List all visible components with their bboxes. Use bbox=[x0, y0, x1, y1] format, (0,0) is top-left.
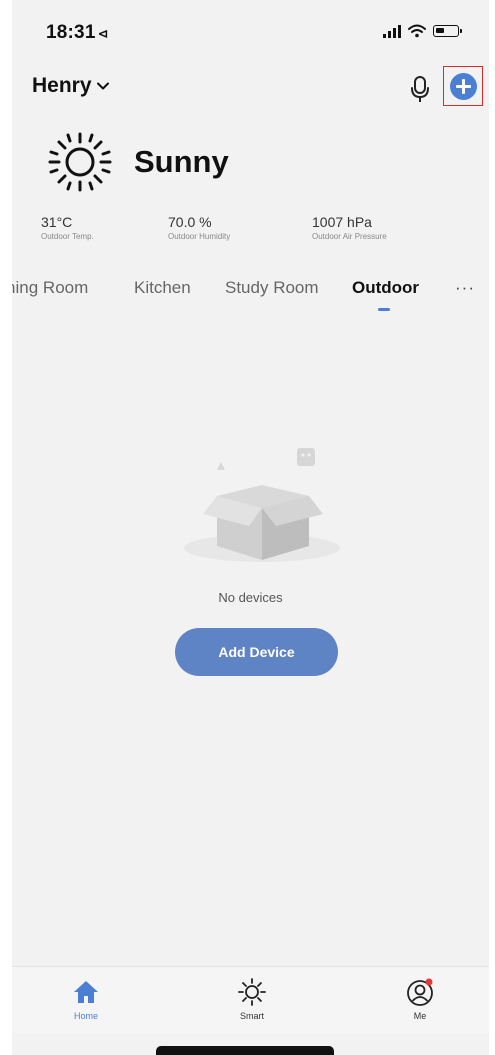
stat-value: 1007 hPa bbox=[312, 214, 372, 230]
chevron-down-icon bbox=[96, 82, 109, 90]
stat-label: Outdoor Temp. bbox=[41, 232, 94, 241]
phone-screen: 18:31 ⊲ Henry Sunny 31°C Outdoor Temp. 7… bbox=[12, 0, 489, 1055]
home-indicator bbox=[156, 1046, 334, 1055]
stat-value: 70.0 % bbox=[168, 214, 212, 230]
weather-condition: Sunny bbox=[134, 144, 229, 179]
nav-smart[interactable]: Smart bbox=[212, 975, 292, 1021]
tab-dining-room[interactable]: Dining Room bbox=[12, 278, 88, 298]
outdoor-temp-stat: 31°C Outdoor Temp. bbox=[41, 214, 94, 241]
user-icon bbox=[407, 978, 433, 1006]
stat-value: 31°C bbox=[41, 214, 73, 230]
location-arrow-icon: ⊲ bbox=[97, 26, 109, 41]
bottom-tab-bar: Home Smart Me bbox=[12, 966, 489, 1033]
battery-icon bbox=[433, 25, 462, 37]
room-tabs: Dining Room Kitchen Study Room Outdoor ·… bbox=[12, 278, 489, 318]
plus-circle-icon bbox=[449, 72, 477, 100]
signal-icon bbox=[383, 24, 401, 38]
outdoor-pressure-stat: 1007 hPa Outdoor Air Pressure bbox=[312, 214, 387, 241]
nav-label: Home bbox=[73, 1011, 98, 1021]
empty-state-message: No devices bbox=[218, 590, 283, 605]
nav-me[interactable]: Me bbox=[380, 975, 460, 1021]
nav-home[interactable]: Home bbox=[46, 975, 126, 1021]
home-name: Henry bbox=[32, 74, 92, 97]
add-device-button[interactable]: Add Device bbox=[175, 628, 338, 676]
smart-sun-icon bbox=[238, 978, 266, 1006]
home-header: Henry bbox=[12, 66, 489, 110]
stat-label: Outdoor Air Pressure bbox=[312, 232, 387, 241]
more-tabs-button[interactable]: ··· bbox=[455, 278, 475, 298]
status-icons bbox=[383, 24, 462, 38]
time-text: 18:31 bbox=[46, 22, 96, 43]
home-selector[interactable]: Henry bbox=[32, 74, 109, 98]
stat-label: Outdoor Humidity bbox=[168, 232, 231, 241]
home-icon bbox=[74, 981, 98, 1003]
tab-kitchen[interactable]: Kitchen bbox=[134, 278, 191, 298]
status-time: 18:31 ⊲ bbox=[46, 22, 109, 44]
nav-label: Smart bbox=[239, 1011, 264, 1021]
microphone-icon[interactable] bbox=[407, 74, 433, 106]
weather-panel: Sunny 31°C Outdoor Temp. 70.0 % Outdoor … bbox=[12, 130, 489, 260]
tab-study-room[interactable]: Study Room bbox=[225, 278, 319, 298]
outdoor-humidity-stat: 70.0 % Outdoor Humidity bbox=[168, 214, 230, 241]
sun-icon bbox=[48, 132, 112, 192]
nav-label: Me bbox=[413, 1011, 427, 1021]
empty-box-illustration bbox=[184, 448, 340, 562]
wifi-icon bbox=[408, 24, 426, 38]
add-button[interactable] bbox=[443, 66, 483, 106]
status-bar: 18:31 ⊲ bbox=[12, 18, 489, 48]
tab-outdoor[interactable]: Outdoor bbox=[352, 278, 419, 298]
notification-badge bbox=[425, 978, 433, 986]
active-tab-indicator bbox=[378, 308, 390, 311]
